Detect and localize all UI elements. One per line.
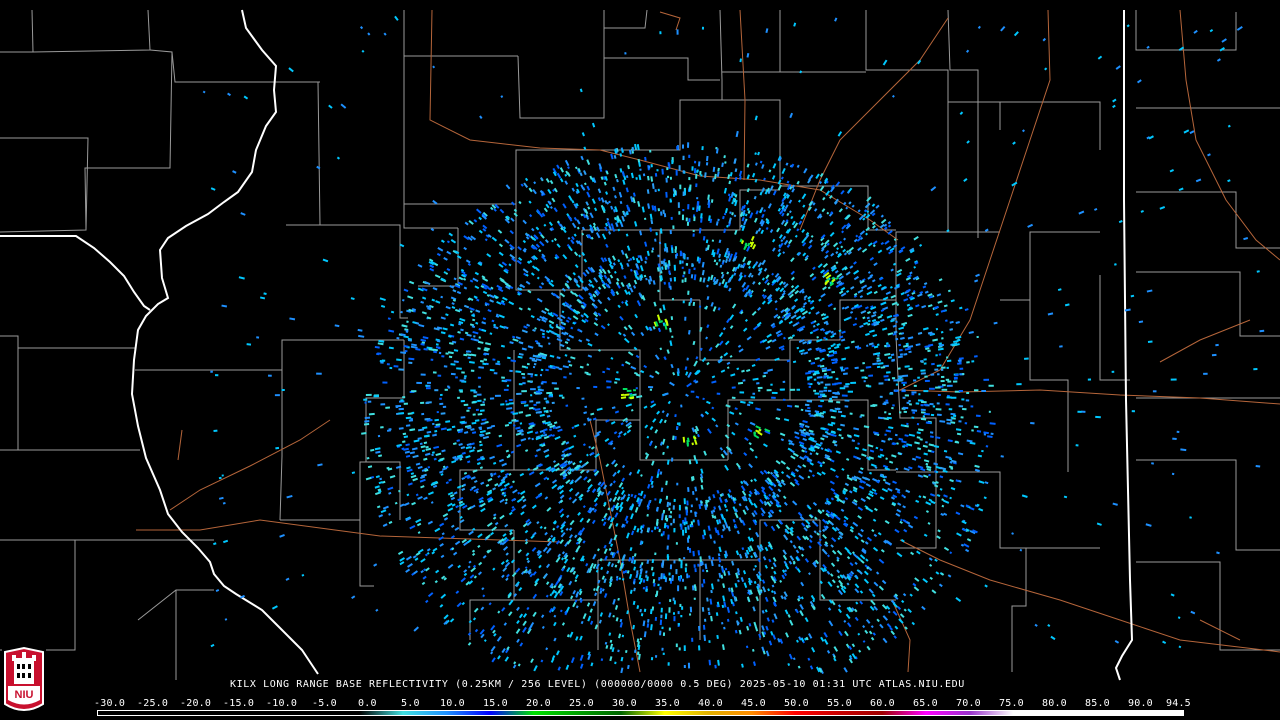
colorbar-label: -20.0: [180, 698, 212, 709]
colorbar-label: -15.0: [223, 698, 255, 709]
colorbar-label: 10.0: [440, 698, 465, 709]
colorbar-label: 30.0: [612, 698, 637, 709]
niu-logo: NIU: [2, 646, 46, 718]
colorbar-label: 15.0: [483, 698, 508, 709]
radar-viewport: KILX LONG RANGE BASE REFLECTIVITY (0.25K…: [0, 0, 1280, 720]
colorbar-label: 90.0: [1128, 698, 1153, 709]
colorbar-label: 75.0: [999, 698, 1024, 709]
colorbar-label: 65.0: [913, 698, 938, 709]
colorbar-label: -25.0: [137, 698, 169, 709]
colorbar-label: 80.0: [1042, 698, 1067, 709]
colorbar-label: 55.0: [827, 698, 852, 709]
colorbar-label: 35.0: [655, 698, 680, 709]
colorbar-label: 70.0: [956, 698, 981, 709]
reflectivity-colorbar: [97, 710, 1184, 716]
colorbar-label: 45.0: [741, 698, 766, 709]
colorbar-label: 25.0: [569, 698, 594, 709]
radar-echoes: [202, 15, 1265, 674]
state-borders: [0, 9, 1134, 681]
colorbar-label: 20.0: [526, 698, 551, 709]
colorbar-label: 5.0: [401, 698, 420, 709]
radar-map: [0, 9, 1280, 681]
colorbar-label: 50.0: [784, 698, 809, 709]
colorbar-label: 40.0: [698, 698, 723, 709]
colorbar-label: -10.0: [266, 698, 298, 709]
highway-lines: [136, 9, 1280, 673]
colorbar-labels: -30.0 -25.0 -20.0 -15.0 -10.0 -5.0 0.0 5…: [94, 698, 1194, 710]
colorbar-label: 60.0: [870, 698, 895, 709]
niu-logo-text: NIU: [15, 689, 34, 701]
colorbar-label: 85.0: [1085, 698, 1110, 709]
colorbar-label: 94.5: [1166, 698, 1191, 709]
colorbar-label: -5.0: [312, 698, 337, 709]
product-caption: KILX LONG RANGE BASE REFLECTIVITY (0.25K…: [230, 679, 965, 690]
colorbar-label: -30.0: [94, 698, 126, 709]
colorbar-label: 0.0: [358, 698, 377, 709]
